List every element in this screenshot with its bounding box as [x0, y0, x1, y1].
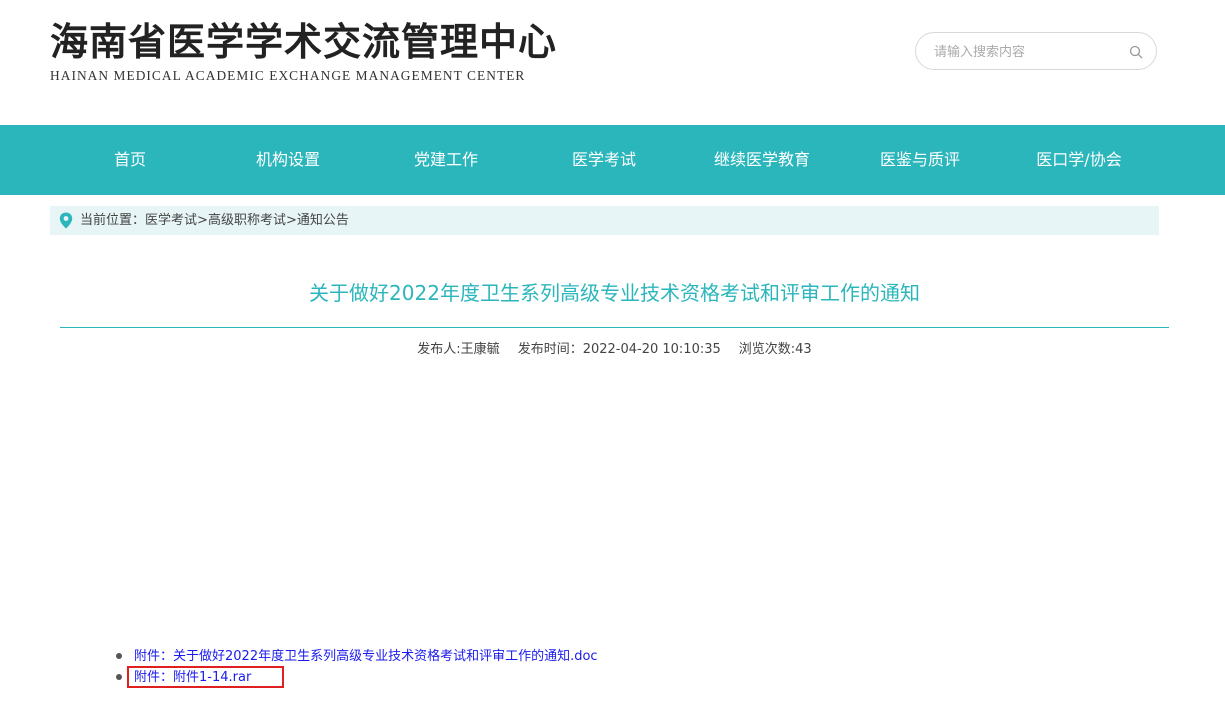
attachment-link-doc[interactable]: 附件：关于做好2022年度卫生系列高级专业技术资格考试和评审工作的通知.doc [134, 646, 598, 667]
title-divider [60, 327, 1169, 328]
site-header: 海南省医学学术交流管理中心 HAINAN MEDICAL ACADEMIC EX… [0, 0, 1225, 125]
nav-item-continuing-education[interactable]: 继续医学教育 [683, 125, 841, 195]
nav-item-medical-appraisal[interactable]: 医鉴与质评 [841, 125, 999, 195]
nav-item-organization[interactable]: 机构设置 [209, 125, 367, 195]
location-pin-icon [59, 212, 73, 229]
nav-item-associations[interactable]: 医口学/协会 [1000, 125, 1158, 195]
breadcrumb: 当前位置：医学考试>高级职称考试>通知公告 [50, 206, 1159, 235]
search-input[interactable] [934, 42, 1124, 62]
main-nav: 首页 机构设置 党建工作 医学考试 继续医学教育 医鉴与质评 医口学/协会 [0, 125, 1225, 195]
nav-item-home[interactable]: 首页 [51, 125, 209, 195]
article-publisher: 发布人:王康毓 [417, 342, 500, 357]
article-view-count: 浏览次数:43 [738, 342, 812, 357]
search-box[interactable] [915, 32, 1157, 70]
nav-item-party-building[interactable]: 党建工作 [367, 125, 525, 195]
site-logo-chinese[interactable]: 海南省医学学术交流管理中心 [50, 20, 557, 64]
breadcrumb-separator: > [197, 213, 208, 228]
bullet-icon [116, 674, 122, 680]
article-meta: 发布人:王康毓 发布时间：2022-04-20 10:10:35 浏览次数:43 [60, 340, 1169, 360]
breadcrumb-item-notices[interactable]: 通知公告 [297, 213, 349, 228]
breadcrumb-separator: > [285, 213, 297, 228]
highlight-box [127, 666, 284, 688]
search-icon[interactable] [1129, 45, 1143, 59]
article-title: 关于做好2022年度卫生系列高级专业技术资格考试和评审工作的通知 [309, 281, 920, 305]
site-logo-english[interactable]: HAINAN MEDICAL ACADEMIC EXCHANGE MANAGEM… [50, 68, 525, 84]
breadcrumb-item-medical-exam[interactable]: 医学考试 [145, 213, 197, 228]
bullet-icon [116, 653, 122, 659]
article-publish-time: 发布时间：2022-04-20 10:10:35 [517, 342, 721, 357]
breadcrumb-prefix: 当前位置： [80, 213, 146, 228]
breadcrumb-item-senior-title-exam[interactable]: 高级职称考试 [208, 213, 286, 228]
nav-item-medical-exam[interactable]: 医学考试 [525, 125, 683, 195]
